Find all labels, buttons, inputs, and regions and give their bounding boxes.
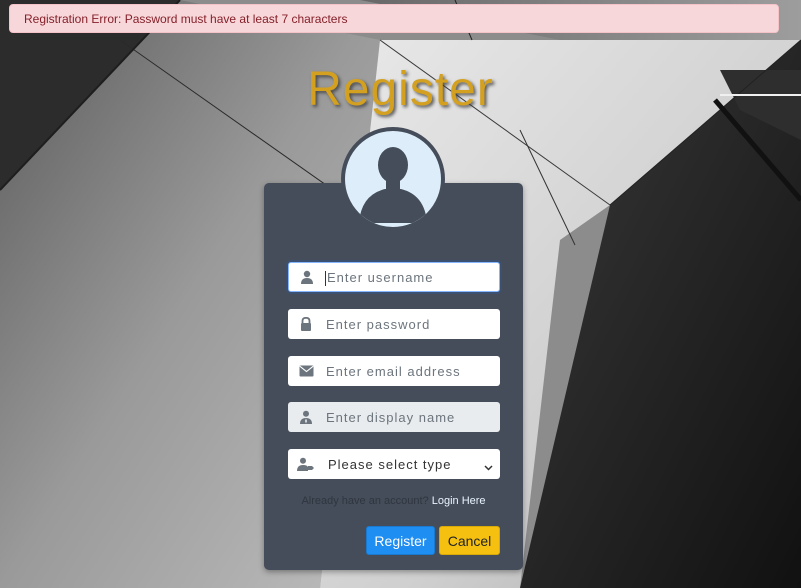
- user-silhouette-icon: [359, 147, 427, 223]
- type-select-value: Please select type: [328, 456, 452, 472]
- cancel-button[interactable]: Cancel: [439, 526, 500, 555]
- login-here-link[interactable]: Login Here: [432, 495, 486, 507]
- email-placeholder: Enter email address: [326, 363, 461, 379]
- password-input[interactable]: Enter password: [288, 309, 500, 339]
- error-alert: Registration Error: Password must have a…: [9, 4, 779, 33]
- user-tag-icon: [296, 454, 316, 474]
- type-select[interactable]: Please select type: [288, 449, 500, 479]
- login-prompt: Already have an account? Login Here: [264, 495, 523, 507]
- user-tie-icon: [296, 407, 316, 427]
- error-message: Registration Error: Password must have a…: [24, 11, 348, 26]
- display-name-placeholder: Enter display name: [326, 409, 456, 425]
- email-input[interactable]: Enter email address: [288, 356, 500, 386]
- password-placeholder: Enter password: [326, 316, 431, 332]
- envelope-icon: [296, 361, 316, 381]
- register-button[interactable]: Register: [366, 526, 435, 555]
- lock-icon: [296, 314, 316, 334]
- username-placeholder: Enter username: [327, 269, 434, 285]
- username-input[interactable]: Enter username: [288, 262, 500, 292]
- avatar: [341, 127, 445, 231]
- display-name-input[interactable]: Enter display name: [288, 402, 500, 432]
- chevron-down-icon: [484, 458, 493, 476]
- user-icon: [297, 267, 317, 287]
- page-title: Register: [307, 63, 494, 116]
- login-prompt-text: Already have an account?: [301, 495, 429, 507]
- text-cursor: [325, 271, 326, 286]
